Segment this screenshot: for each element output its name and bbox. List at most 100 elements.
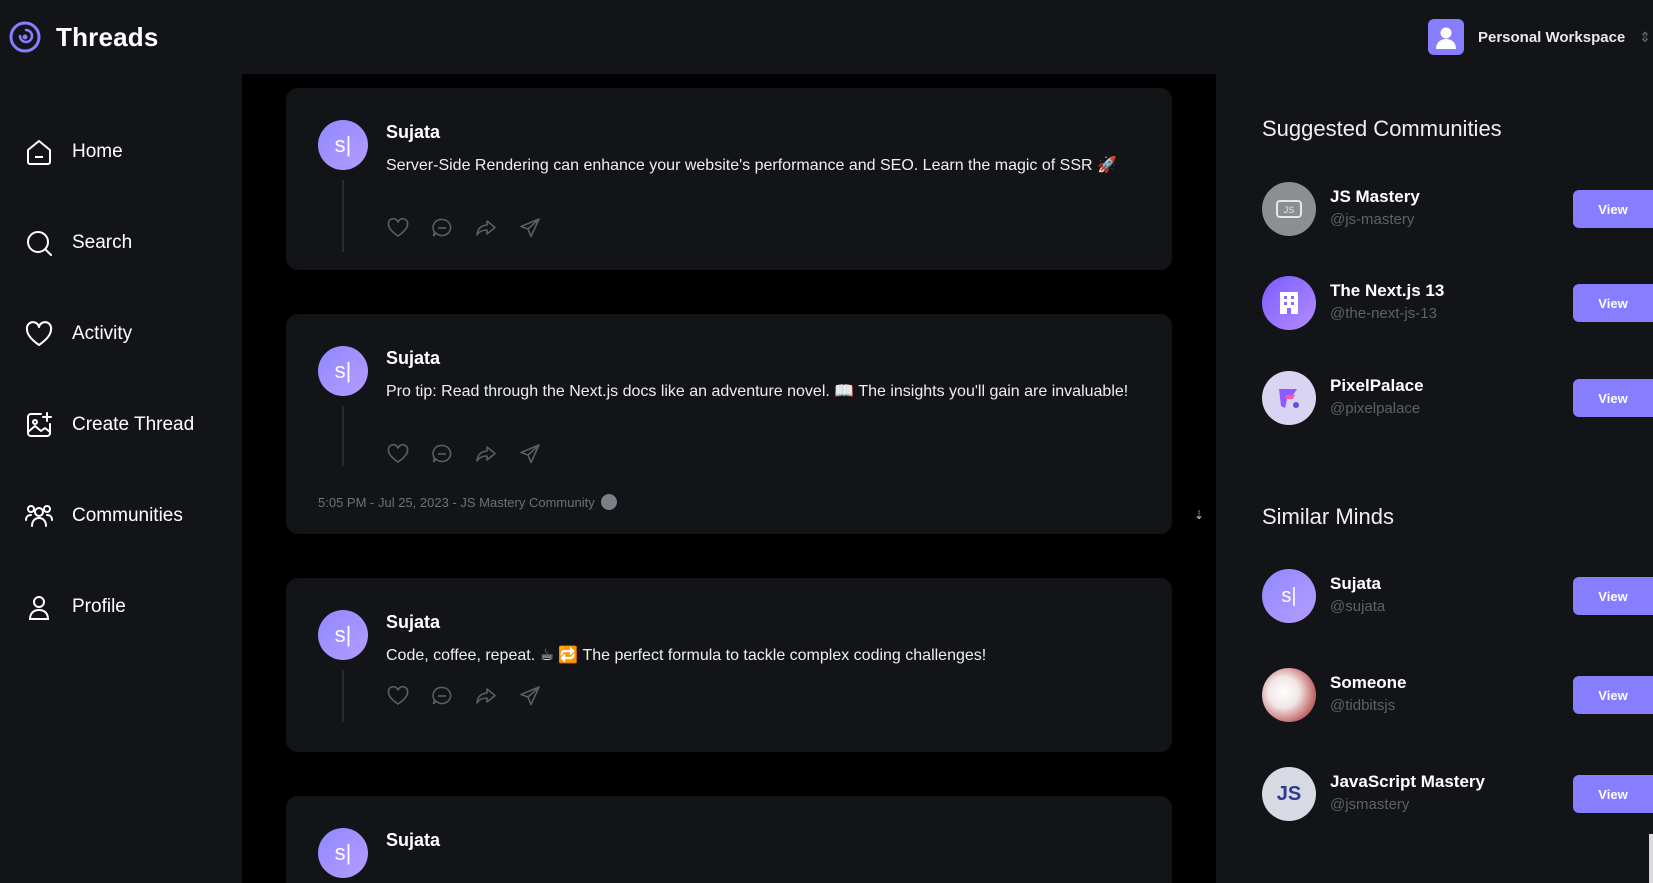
- thread-line: [342, 180, 344, 252]
- user-item: JS JavaScript Mastery @jsmastery View: [1262, 767, 1653, 823]
- repost-icon[interactable]: [474, 684, 498, 708]
- thread-feed[interactable]: s| Sujata Server-Side Rendering can enha…: [242, 74, 1216, 883]
- avatar[interactable]: s|: [1262, 569, 1316, 623]
- nav-item-label: Activity: [72, 323, 133, 344]
- user-handle: @tidbitsjs: [1330, 697, 1396, 714]
- view-button[interactable]: View: [1573, 676, 1653, 714]
- view-button[interactable]: View: [1573, 379, 1653, 417]
- avatar[interactable]: s|: [318, 120, 368, 170]
- app-title: Threads: [56, 21, 159, 52]
- thread-author[interactable]: Sujata: [386, 612, 440, 633]
- community-handle: @js-mastery: [1330, 211, 1415, 228]
- scrollbar[interactable]: [1649, 834, 1653, 883]
- avatar[interactable]: s|: [318, 828, 368, 878]
- user-icon: [1435, 27, 1456, 49]
- users-icon: [25, 505, 53, 527]
- share-icon[interactable]: [518, 442, 542, 466]
- top-bar: Threads Personal Workspace ⇕: [0, 0, 1653, 74]
- nav-item-search[interactable]: Search: [0, 223, 242, 263]
- community-avatar[interactable]: [1262, 276, 1316, 330]
- suggested-communities-title: Suggested Communities: [1262, 116, 1502, 141]
- thread-actions: [386, 442, 542, 466]
- user-name[interactable]: Sujata: [1330, 574, 1381, 594]
- community-item: JS JS Mastery @js-mastery View: [1262, 182, 1653, 238]
- thread-card: s| Sujata: [286, 796, 1172, 883]
- share-icon[interactable]: [518, 684, 542, 708]
- nav-item-label: Home: [72, 141, 123, 162]
- heart-icon[interactable]: [386, 684, 410, 708]
- thread-actions: [386, 216, 542, 240]
- svg-text:JS: JS: [1284, 205, 1295, 215]
- community-avatar-icon: [600, 494, 617, 510]
- repost-icon[interactable]: [474, 442, 498, 466]
- avatar[interactable]: [1262, 668, 1316, 722]
- heart-icon: [25, 321, 53, 346]
- user-item: s| Sujata @sujata View: [1262, 569, 1653, 625]
- thread-card: s| Sujata Pro tip: Read through the Next…: [286, 314, 1172, 534]
- palette-icon: [1279, 389, 1299, 408]
- thread-text: Pro tip: Read through the Next.js docs l…: [386, 383, 1129, 400]
- nav-item-label: Create Thread: [72, 414, 195, 435]
- nav-item-label: Profile: [72, 596, 126, 617]
- thread-line: [342, 670, 344, 722]
- nav-item-create-thread[interactable]: Create Thread: [0, 405, 242, 445]
- user-name[interactable]: JavaScript Mastery: [1330, 772, 1485, 792]
- share-icon[interactable]: [518, 216, 542, 240]
- reply-icon[interactable]: [430, 684, 454, 708]
- scroll-grip-icon[interactable]: ⇣: [1194, 508, 1204, 522]
- thread-author[interactable]: Sujata: [386, 122, 440, 143]
- community-name[interactable]: JS Mastery: [1330, 187, 1420, 207]
- nav-item-home[interactable]: Home: [0, 132, 242, 172]
- threads-logo-icon: [9, 21, 41, 53]
- similar-minds-title: Similar Minds: [1262, 504, 1395, 529]
- avatar[interactable]: s|: [318, 346, 368, 396]
- thread-text: Code, coffee, repeat. ☕ 🔁 The perfect fo…: [386, 647, 987, 664]
- thread-author[interactable]: Sujata: [386, 830, 440, 851]
- community-avatar[interactable]: [1262, 371, 1316, 425]
- heart-icon[interactable]: [386, 216, 410, 240]
- nav-item-label: Communities: [72, 505, 183, 526]
- building-icon: [1280, 292, 1298, 314]
- thread-actions: [386, 684, 542, 708]
- left-sidebar: Home Search Activity Create Thread Commu…: [0, 74, 242, 883]
- view-button[interactable]: View: [1573, 577, 1653, 615]
- workspace-label: Personal Workspace: [1477, 28, 1626, 46]
- community-name[interactable]: The Next.js 13: [1330, 281, 1444, 301]
- right-sidebar: Suggested Communities JS JS Mastery @js-…: [1216, 74, 1653, 883]
- nav-item-profile[interactable]: Profile: [0, 587, 242, 627]
- heart-icon[interactable]: [386, 442, 410, 466]
- community-item: PixelPalace @pixelpalace View: [1262, 371, 1653, 427]
- brand[interactable]: Threads: [8, 20, 159, 54]
- community-item: The Next.js 13 @the-next-js-13 View: [1262, 276, 1653, 332]
- avatar[interactable]: JS: [1262, 767, 1316, 821]
- view-button[interactable]: View: [1573, 284, 1653, 322]
- create-thread-icon: [27, 412, 52, 437]
- view-button[interactable]: View: [1573, 190, 1653, 228]
- view-button[interactable]: View: [1573, 775, 1653, 813]
- thread-line: [342, 406, 344, 466]
- chevron-up-down-icon: ⇕: [1639, 29, 1651, 45]
- avatar[interactable]: s|: [318, 610, 368, 660]
- thread-card: s| Sujata Server-Side Rendering can enha…: [286, 88, 1172, 270]
- thread-meta[interactable]: 5:05 PM - Jul 25, 2023 - JS Mastery Comm…: [318, 494, 617, 510]
- nav-item-label: Search: [72, 232, 133, 253]
- thread-card: s| Sujata Code, coffee, repeat. ☕ 🔁 The …: [286, 578, 1172, 752]
- user-icon: [28, 596, 50, 620]
- repost-icon[interactable]: [474, 216, 498, 240]
- thread-meta-text: 5:05 PM - Jul 25, 2023 - JS Mastery Comm…: [318, 494, 595, 510]
- user-handle: @sujata: [1330, 598, 1386, 615]
- nav-item-communities[interactable]: Communities: [0, 496, 242, 536]
- community-name[interactable]: PixelPalace: [1330, 376, 1424, 396]
- user-handle: @jsmastery: [1330, 796, 1410, 813]
- thread-author[interactable]: Sujata: [386, 348, 440, 369]
- workspace-switcher[interactable]: Personal Workspace ⇕: [1427, 19, 1651, 55]
- reply-icon[interactable]: [430, 216, 454, 240]
- search-icon: [27, 231, 52, 256]
- user-name[interactable]: Someone: [1330, 673, 1407, 693]
- reply-icon[interactable]: [430, 442, 454, 466]
- workspace-avatar: [1427, 19, 1464, 55]
- community-avatar[interactable]: JS: [1262, 182, 1316, 236]
- nav-item-activity[interactable]: Activity: [0, 314, 242, 354]
- home-icon: [27, 140, 51, 165]
- user-item: Someone @tidbitsjs View: [1262, 668, 1653, 724]
